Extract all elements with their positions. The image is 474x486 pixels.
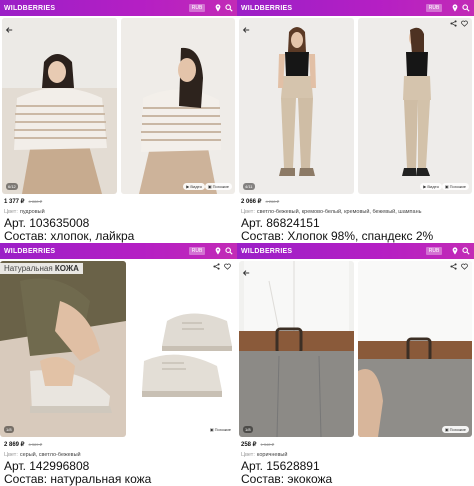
- similar-icon: ▣: [209, 427, 214, 432]
- color-label: Цвет:: [4, 209, 18, 215]
- composition: Состав: натуральная кожа: [4, 472, 152, 486]
- region-badge[interactable]: RUB: [189, 247, 205, 255]
- share-icon[interactable]: [450, 263, 457, 270]
- color-row: Цвет: серый, светло-бежевый: [4, 452, 233, 458]
- product-card: WILDBERRIES RUB 6/12 ▶ Видео ▣ Похожие 1…: [0, 0, 237, 243]
- search-icon[interactable]: [462, 4, 470, 12]
- similar-chip[interactable]: ▣ Похожие: [441, 183, 469, 190]
- color-value: светло-бежевый, кремово-белый, кремовый,…: [256, 209, 422, 215]
- old-price: 6 888 ₽: [28, 199, 43, 204]
- photo-actions: [450, 263, 468, 270]
- similar-icon: ▣: [444, 184, 449, 189]
- play-icon: ▶: [423, 184, 427, 189]
- color-row: Цвет: пудровый: [4, 209, 233, 215]
- back-arrow-icon[interactable]: [242, 26, 250, 34]
- product-photo[interactable]: ▣ Похожие: [358, 261, 472, 437]
- region-badge[interactable]: RUB: [426, 247, 442, 255]
- old-price: 4 268 ₽: [265, 199, 280, 204]
- color-value: серый, светло-бежевый: [19, 452, 81, 458]
- photo-gallery[interactable]: 4/11 ▶ Видео ▣ Похожие: [237, 18, 474, 194]
- product-info: 2 869 ₽ 6 389 ₽ Цвет: серый, светло-бежев…: [0, 439, 237, 486]
- top-bar: WILDBERRIES RUB: [237, 0, 474, 16]
- similar-icon: ▣: [207, 184, 212, 189]
- location-icon[interactable]: [451, 4, 459, 12]
- photo-actions: [213, 263, 231, 270]
- composition: Состав: Хлопок 98%, спандекс 2%: [241, 229, 434, 243]
- product-photo[interactable]: ▶ Видео ▣ Похожие: [358, 18, 472, 194]
- photo-counter: 4/11: [243, 183, 255, 190]
- back-arrow-icon[interactable]: [5, 26, 13, 34]
- similar-chip[interactable]: ▣ Похожие: [441, 426, 469, 433]
- heart-icon[interactable]: [224, 263, 231, 270]
- product-card: WILDBERRIES RUB 1/8: [0, 243, 237, 486]
- search-icon[interactable]: [462, 247, 470, 255]
- product-card: WILDBERRIES RUB 4/11 ▶ Видео ▣ Похожие 2…: [237, 0, 474, 243]
- product-photo[interactable]: 6/12: [2, 18, 117, 194]
- photo-actions: [450, 20, 468, 27]
- location-icon[interactable]: [451, 247, 459, 255]
- photo-counter: 1/8: [243, 426, 253, 433]
- heart-icon[interactable]: [461, 263, 468, 270]
- color-label: Цвет:: [241, 209, 255, 215]
- share-icon[interactable]: [450, 20, 457, 27]
- location-icon[interactable]: [214, 247, 222, 255]
- price: 2 869 ₽: [4, 442, 25, 448]
- color-label: Цвет:: [241, 452, 255, 458]
- old-price: 1 342 ₽: [260, 442, 275, 447]
- brand-logo[interactable]: WILDBERRIES: [4, 248, 55, 255]
- play-icon: ▶: [186, 184, 190, 189]
- similar-chip[interactable]: ▣ Похожие: [204, 183, 232, 190]
- product-photo[interactable]: 4/11: [239, 18, 354, 194]
- color-row: Цвет: светло-бежевый, кремово-белый, крем…: [241, 209, 470, 215]
- photo-gallery[interactable]: 1/8 ▣ Похожие: [237, 261, 474, 437]
- product-info: 2 066 ₽ 4 268 ₽ Цвет: светло-бежевый, кре…: [237, 196, 474, 243]
- old-price: 6 389 ₽: [28, 442, 43, 447]
- video-chip[interactable]: ▶ Видео: [420, 183, 442, 190]
- brand-logo[interactable]: WILDBERRIES: [241, 248, 292, 255]
- video-chip[interactable]: ▶ Видео: [183, 183, 205, 190]
- region-badge[interactable]: RUB: [189, 4, 205, 12]
- photo-gallery[interactable]: 1/8 ▣ Похожие: [0, 261, 237, 437]
- back-arrow-icon[interactable]: [242, 269, 250, 277]
- color-value: коричневый: [256, 452, 288, 458]
- price: 2 066 ₽: [241, 199, 262, 205]
- composition: Состав: экокожа: [241, 472, 333, 486]
- search-icon[interactable]: [225, 247, 233, 255]
- similar-icon: ▣: [444, 427, 449, 432]
- top-bar: WILDBERRIES RUB: [237, 243, 474, 259]
- similar-chip[interactable]: ▣ Похожие: [206, 426, 234, 433]
- composition: Состав: хлопок, лайкра: [4, 229, 135, 243]
- price: 258 ₽: [241, 442, 257, 448]
- photo-counter: 1/8: [4, 426, 14, 433]
- promo-banner: Натуральная КОЖА: [0, 263, 83, 274]
- price: 1 377 ₽: [4, 199, 25, 205]
- product-photo[interactable]: ▶ Видео ▣ Похожие: [121, 18, 235, 194]
- product-info: 1 377 ₽ 6 888 ₽ Цвет: пудровый Арт. 10363…: [0, 196, 237, 243]
- search-icon[interactable]: [225, 4, 233, 12]
- product-info: 258 ₽ 1 342 ₽ Цвет: коричневый Арт. 15628…: [237, 439, 474, 486]
- product-photo[interactable]: 1/8: [239, 261, 354, 437]
- brand-logo[interactable]: WILDBERRIES: [4, 5, 55, 12]
- photo-counter: 6/12: [6, 183, 18, 190]
- color-label: Цвет:: [4, 452, 18, 458]
- product-photo[interactable]: 1/8: [0, 261, 126, 437]
- location-icon[interactable]: [214, 4, 222, 12]
- brand-logo[interactable]: WILDBERRIES: [241, 5, 292, 12]
- product-photo[interactable]: ▣ Похожие: [132, 261, 237, 437]
- region-badge[interactable]: RUB: [426, 4, 442, 12]
- product-card: WILDBERRIES RUB 1/8: [237, 243, 474, 486]
- heart-icon[interactable]: [461, 20, 468, 27]
- color-value: пудровый: [19, 209, 45, 215]
- top-bar: WILDBERRIES RUB: [0, 0, 237, 16]
- color-row: Цвет: коричневый: [241, 452, 470, 458]
- top-bar: WILDBERRIES RUB: [0, 243, 237, 259]
- photo-gallery[interactable]: 6/12 ▶ Видео ▣ Похожие: [0, 18, 237, 194]
- share-icon[interactable]: [213, 263, 220, 270]
